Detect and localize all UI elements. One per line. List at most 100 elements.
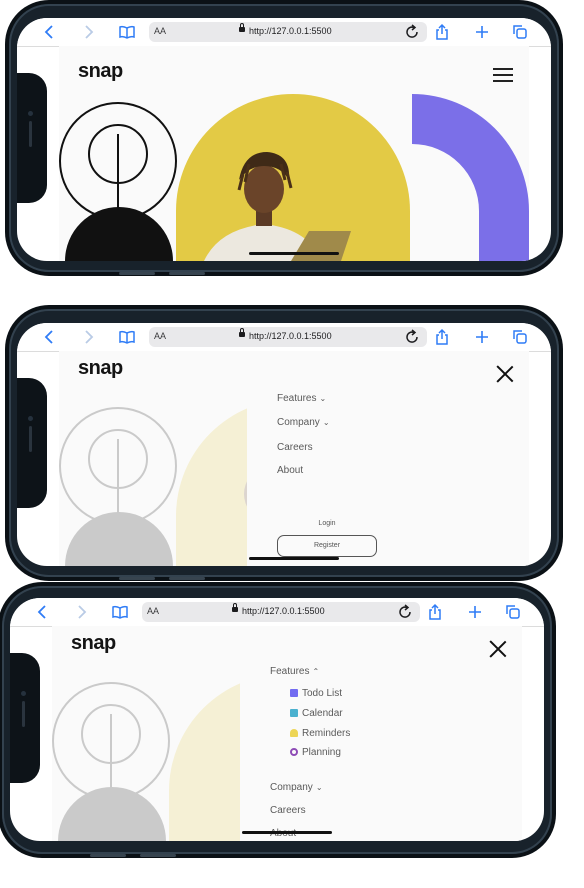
bookmarks-icon[interactable] — [118, 23, 136, 41]
new-tab-icon[interactable] — [473, 23, 491, 41]
menu-item-label: Company — [277, 417, 320, 428]
web-page: snap Features ⌄ Company ⌄ Careers About Lo… — [59, 351, 529, 566]
reload-icon[interactable] — [396, 603, 414, 621]
submenu-label: Calendar — [302, 708, 343, 719]
notch — [10, 653, 40, 783]
reader-aa-button[interactable]: AA — [154, 331, 166, 341]
menu-item-label: Company — [270, 782, 313, 793]
volume-button — [169, 272, 205, 275]
address-bar[interactable]: AA http://127.0.0.1:5500 — [149, 22, 427, 42]
share-icon[interactable] — [433, 23, 451, 41]
volume-button — [169, 577, 205, 580]
address-bar[interactable]: AA http://127.0.0.1:5500 — [149, 327, 427, 347]
tabs-icon[interactable] — [504, 603, 522, 621]
phone-frame-3: AA http://127.0.0.1:5500 snap Features ⌃ … — [2, 586, 552, 857]
camera — [28, 416, 33, 421]
logo[interactable]: snap — [78, 60, 123, 83]
bookmarks-icon[interactable] — [111, 603, 129, 621]
volume-button — [119, 577, 155, 580]
logo[interactable]: snap — [71, 632, 116, 655]
web-page: snap Features ⌃ Todo List Calendar Remind… — [52, 626, 522, 841]
chevron-down-icon: ⌄ — [315, 783, 323, 792]
screen-3: AA http://127.0.0.1:5500 snap Features ⌃ … — [10, 598, 544, 841]
menu-item-label: Features — [270, 666, 310, 677]
browser-toolbar: AA http://127.0.0.1:5500 — [17, 323, 551, 352]
submenu-item-calendar[interactable]: Calendar — [290, 708, 343, 719]
speaker — [22, 701, 25, 727]
planning-icon — [290, 748, 298, 756]
home-indicator — [242, 831, 332, 834]
menu-item-company[interactable]: Company ⌄ — [270, 782, 323, 793]
camera — [28, 111, 33, 116]
reload-icon[interactable] — [403, 23, 421, 41]
menu-item-careers[interactable]: Careers — [277, 442, 313, 453]
submenu-item-reminders[interactable]: Reminders — [290, 728, 350, 739]
bell-icon — [290, 729, 298, 737]
notch — [17, 378, 47, 508]
phone-frame-2: AA http://127.0.0.1:5500 snap Features⌄ — [9, 309, 559, 580]
calendar-icon — [290, 709, 298, 717]
menu-item-company[interactable]: Company ⌄ — [277, 417, 330, 428]
volume-button — [90, 854, 126, 857]
back-icon[interactable] — [41, 328, 59, 346]
menu-item-careers[interactable]: Careers — [270, 805, 306, 816]
browser-toolbar: AA http://127.0.0.1:5500 — [17, 18, 551, 47]
back-icon[interactable] — [41, 23, 59, 41]
menu-item-about[interactable]: About — [277, 465, 303, 476]
reload-icon[interactable] — [403, 328, 421, 346]
nav-menu-panel: Features ⌄ Company ⌄ Careers About Login R… — [247, 389, 529, 566]
menu-item-features[interactable]: Features ⌄ — [277, 393, 326, 404]
logo[interactable]: snap — [78, 357, 123, 380]
web-page: snap — [59, 46, 529, 261]
login-link[interactable]: Login — [277, 520, 377, 527]
home-indicator — [249, 252, 339, 255]
phone-frame-1: AA http://127.0.0.1:5500 snap — [9, 4, 559, 275]
hero-illustration-dimmed — [59, 407, 249, 566]
new-tab-icon[interactable] — [473, 328, 491, 346]
submenu-item-todo[interactable]: Todo List — [290, 688, 342, 699]
screen-1: AA http://127.0.0.1:5500 snap — [17, 18, 551, 261]
submenu-label: Planning — [302, 747, 341, 758]
lock-icon — [239, 23, 245, 32]
chevron-down-icon: ⌄ — [322, 418, 330, 427]
url-text: http://127.0.0.1:5500 — [249, 26, 332, 36]
share-icon[interactable] — [433, 328, 451, 346]
menu-item-label: Features — [277, 393, 317, 404]
home-indicator — [249, 557, 339, 560]
forward-icon[interactable] — [72, 603, 90, 621]
chevron-down-icon: ⌄ — [319, 394, 327, 403]
menu-item-features[interactable]: Features ⌃ — [270, 666, 319, 677]
chevron-up-icon: ⌃ — [312, 667, 320, 676]
hamburger-menu-icon[interactable] — [493, 68, 513, 82]
hero-illustration-dimmed — [52, 682, 242, 841]
tabs-icon[interactable] — [511, 23, 529, 41]
forward-icon[interactable] — [79, 23, 97, 41]
bookmarks-icon[interactable] — [118, 328, 136, 346]
reader-aa-button[interactable]: AA — [154, 26, 166, 36]
browser-toolbar: AA http://127.0.0.1:5500 — [10, 598, 544, 627]
tabs-icon[interactable] — [511, 328, 529, 346]
submenu-item-planning[interactable]: Planning — [290, 747, 341, 758]
share-icon[interactable] — [426, 603, 444, 621]
speaker — [29, 426, 32, 452]
reader-aa-button[interactable]: AA — [147, 606, 159, 616]
url-text: http://127.0.0.1:5500 — [249, 331, 332, 341]
nav-menu-panel: Features ⌃ Todo List Calendar Reminders P… — [240, 664, 522, 841]
lock-icon — [232, 603, 238, 612]
lock-icon — [239, 328, 245, 337]
submenu-label: Reminders — [302, 728, 351, 739]
todo-icon — [290, 689, 298, 697]
hero-illustration — [59, 94, 529, 261]
close-menu-icon[interactable] — [496, 365, 514, 383]
volume-button — [140, 854, 176, 857]
register-button[interactable]: Register — [277, 535, 377, 557]
forward-icon[interactable] — [79, 328, 97, 346]
back-icon[interactable] — [34, 603, 52, 621]
new-tab-icon[interactable] — [466, 603, 484, 621]
speaker — [29, 121, 32, 147]
volume-button — [119, 272, 155, 275]
close-menu-icon[interactable] — [489, 640, 507, 658]
address-bar[interactable]: AA http://127.0.0.1:5500 — [142, 602, 420, 622]
url-text: http://127.0.0.1:5500 — [242, 606, 325, 616]
camera — [21, 691, 26, 696]
